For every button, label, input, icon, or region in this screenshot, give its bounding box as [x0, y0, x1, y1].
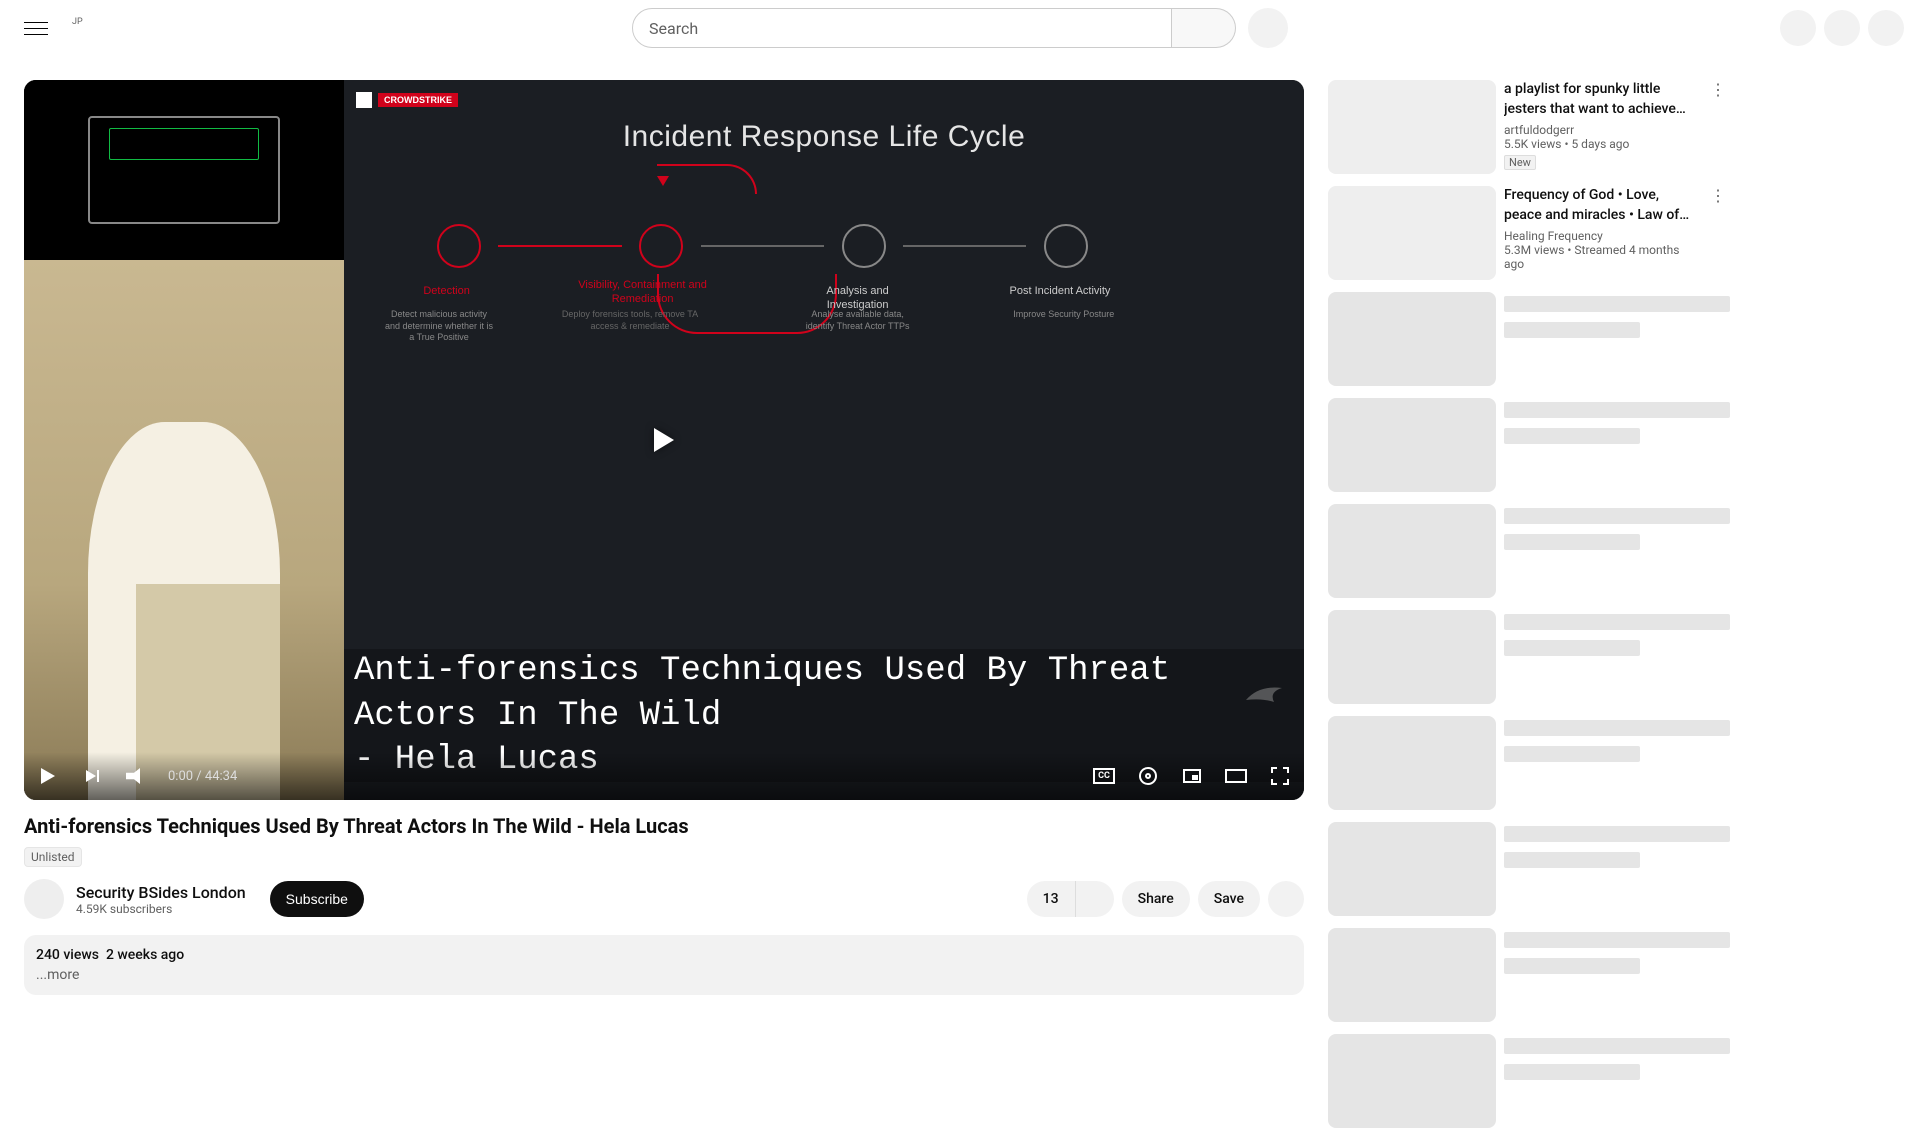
- header-right: [1704, 10, 1904, 46]
- rec-stats: 5.3M views • Streamed 4 months ago: [1504, 243, 1698, 271]
- recommendation-skeleton: [1328, 292, 1730, 386]
- header-center: Search: [600, 8, 1320, 48]
- node-label-post: Post Incident Activity: [1000, 284, 1120, 298]
- settings-button[interactable]: [1136, 764, 1160, 788]
- rec-menu-button[interactable]: ⋮: [1706, 186, 1730, 205]
- rec-menu-button[interactable]: ⋮: [1706, 80, 1730, 99]
- large-play-button-icon[interactable]: [654, 428, 674, 452]
- header-left: JP: [16, 8, 216, 48]
- miniplayer-button[interactable]: [1180, 764, 1204, 788]
- video-title: Anti-forensics Techniques Used By Threat…: [24, 812, 1304, 840]
- rec-title[interactable]: a playlist for spunky little jesters tha…: [1504, 80, 1698, 119]
- country-code: JP: [72, 17, 83, 27]
- like-button[interactable]: 13: [1027, 881, 1076, 917]
- masthead: JP Search: [0, 0, 1920, 56]
- recommendation-skeleton: [1328, 716, 1730, 810]
- description-meta: 240 views 2 weeks ago: [36, 947, 1292, 963]
- time-display: 0:00 / 44:34: [168, 769, 237, 784]
- logo[interactable]: JP: [72, 23, 83, 33]
- node-label-containment: Visibility, Containment and Remediation: [578, 278, 708, 307]
- account-avatar[interactable]: [1868, 10, 1904, 46]
- unlisted-badge: Unlisted: [24, 847, 82, 867]
- play-button[interactable]: [36, 764, 60, 788]
- show-more[interactable]: ...more: [36, 967, 1292, 983]
- recommendation-skeleton: [1328, 822, 1730, 916]
- secondary-column: a playlist for spunky little jesters tha…: [1328, 56, 1730, 1140]
- subscribe-button[interactable]: Subscribe: [270, 881, 364, 917]
- voice-search-button[interactable]: [1248, 8, 1288, 48]
- node-label-detection: Detection: [402, 284, 492, 298]
- new-badge: New: [1504, 155, 1536, 170]
- description-box[interactable]: 240 views 2 weeks ago ...more: [24, 935, 1304, 995]
- search-placeholder: Search: [649, 19, 698, 38]
- captions-button[interactable]: CC: [1092, 764, 1116, 788]
- search-button[interactable]: [1172, 8, 1236, 48]
- save-button[interactable]: Save: [1198, 881, 1260, 917]
- rec-title[interactable]: Frequency of God • Love, peace and mirac…: [1504, 186, 1698, 225]
- recommendation-skeleton: [1328, 398, 1730, 492]
- video-meta-row: Security BSides London 4.59K subscribers…: [24, 879, 1304, 919]
- channel-name[interactable]: Security BSides London: [76, 883, 246, 902]
- channel-block: Security BSides London 4.59K subscribers…: [24, 879, 364, 919]
- recommendation-skeleton: [1328, 610, 1730, 704]
- slide-heading: Incident Response Life Cycle: [384, 120, 1264, 154]
- player-controls: 0:00 / 44:34 CC: [24, 752, 1304, 800]
- fullscreen-button[interactable]: [1268, 764, 1292, 788]
- like-count: 13: [1043, 891, 1059, 907]
- primary-column: CROWDSTRIKE Incident Response Life Cycle: [24, 56, 1304, 1140]
- action-buttons: 13 Share Save: [1027, 881, 1304, 917]
- dislike-button[interactable]: [1082, 881, 1114, 917]
- badge-icon: [356, 92, 372, 108]
- rec-channel[interactable]: artfuldodgerr: [1504, 123, 1698, 137]
- presentation-slide: CROWDSTRIKE Incident Response Life Cycle: [344, 80, 1304, 800]
- theater-mode-button[interactable]: [1224, 764, 1248, 788]
- node-desc-detection: Detect malicious activity and determine …: [384, 309, 494, 344]
- node-desc-analysis: Analyse available data, identify Threat …: [798, 309, 918, 332]
- rec-stats: 5.5K views • 5 days ago: [1504, 137, 1698, 151]
- guide-menu-button[interactable]: [16, 8, 56, 48]
- channel-avatar[interactable]: [24, 879, 64, 919]
- recommendation-skeleton: [1328, 928, 1730, 1022]
- share-button[interactable]: Share: [1122, 881, 1190, 917]
- visibility-row: Unlisted: [24, 846, 1304, 867]
- recommendation-item[interactable]: Frequency of God • Love, peace and mirac…: [1328, 186, 1730, 280]
- like-dislike-pill: 13: [1027, 881, 1114, 917]
- speaker-camera-feed: [24, 80, 344, 800]
- recommendation-skeleton: [1328, 504, 1730, 598]
- crowdstrike-badge: CROWDSTRIKE: [378, 93, 458, 107]
- recommendation-skeleton: [1328, 1034, 1730, 1128]
- next-button[interactable]: [80, 764, 104, 788]
- more-actions-button[interactable]: [1268, 881, 1304, 917]
- recommendation-item[interactable]: a playlist for spunky little jesters tha…: [1328, 80, 1730, 174]
- notifications-button[interactable]: [1824, 10, 1860, 46]
- create-button[interactable]: [1780, 10, 1816, 46]
- volume-button[interactable]: [124, 764, 148, 788]
- rec-channel[interactable]: Healing Frequency: [1504, 229, 1698, 243]
- search-input[interactable]: Search: [632, 8, 1172, 48]
- subscriber-count: 4.59K subscribers: [76, 902, 246, 916]
- video-player[interactable]: CROWDSTRIKE Incident Response Life Cycle: [24, 80, 1304, 800]
- node-desc-post: Improve Security Posture: [1009, 309, 1119, 321]
- lifecycle-diagram: Detection Visibility, Containment and Re…: [384, 204, 1264, 424]
- rec-thumbnail[interactable]: [1328, 80, 1496, 174]
- rec-thumbnail[interactable]: [1328, 186, 1496, 280]
- node-desc-containment: Deploy forensics tools, remove TA access…: [560, 309, 700, 332]
